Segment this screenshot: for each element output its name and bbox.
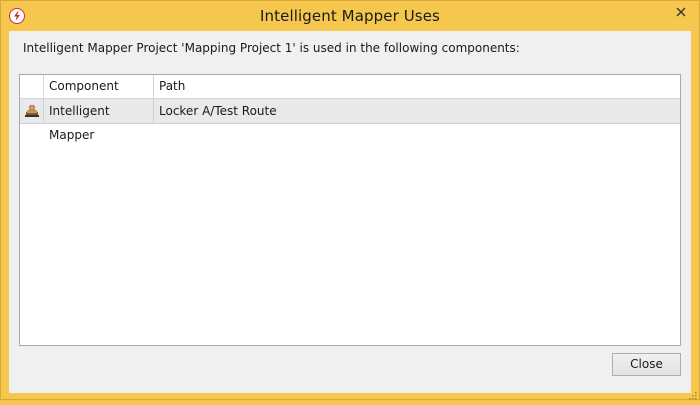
column-header-component[interactable]: Component	[44, 75, 154, 98]
cell-component: Intelligent Mapper	[44, 99, 154, 142]
close-button[interactable]: Close	[612, 353, 681, 376]
window-title: Intelligent Mapper Uses	[260, 7, 440, 25]
dialog-window: Intelligent Mapper Uses Intelligent Mapp…	[0, 0, 700, 400]
cell-path: Locker A/Test Route	[159, 104, 277, 118]
description-text: Intelligent Mapper Project 'Mapping Proj…	[23, 41, 520, 55]
column-header-path[interactable]: Path	[154, 75, 680, 98]
title-bar[interactable]: Intelligent Mapper Uses	[1, 1, 699, 31]
table-row[interactable]: Intelligent Mapper Locker A/Test Route	[20, 99, 680, 142]
table-header: Component Path	[20, 75, 680, 99]
components-table[interactable]: Component Path Intelligent Mapper Locker…	[19, 74, 681, 346]
close-icon[interactable]	[666, 2, 696, 21]
intelligent-mapper-icon	[20, 99, 44, 123]
header-icon-column	[20, 75, 44, 98]
dialog-content: Intelligent Mapper Project 'Mapping Proj…	[9, 31, 691, 393]
resize-grip-icon[interactable]	[687, 387, 697, 400]
